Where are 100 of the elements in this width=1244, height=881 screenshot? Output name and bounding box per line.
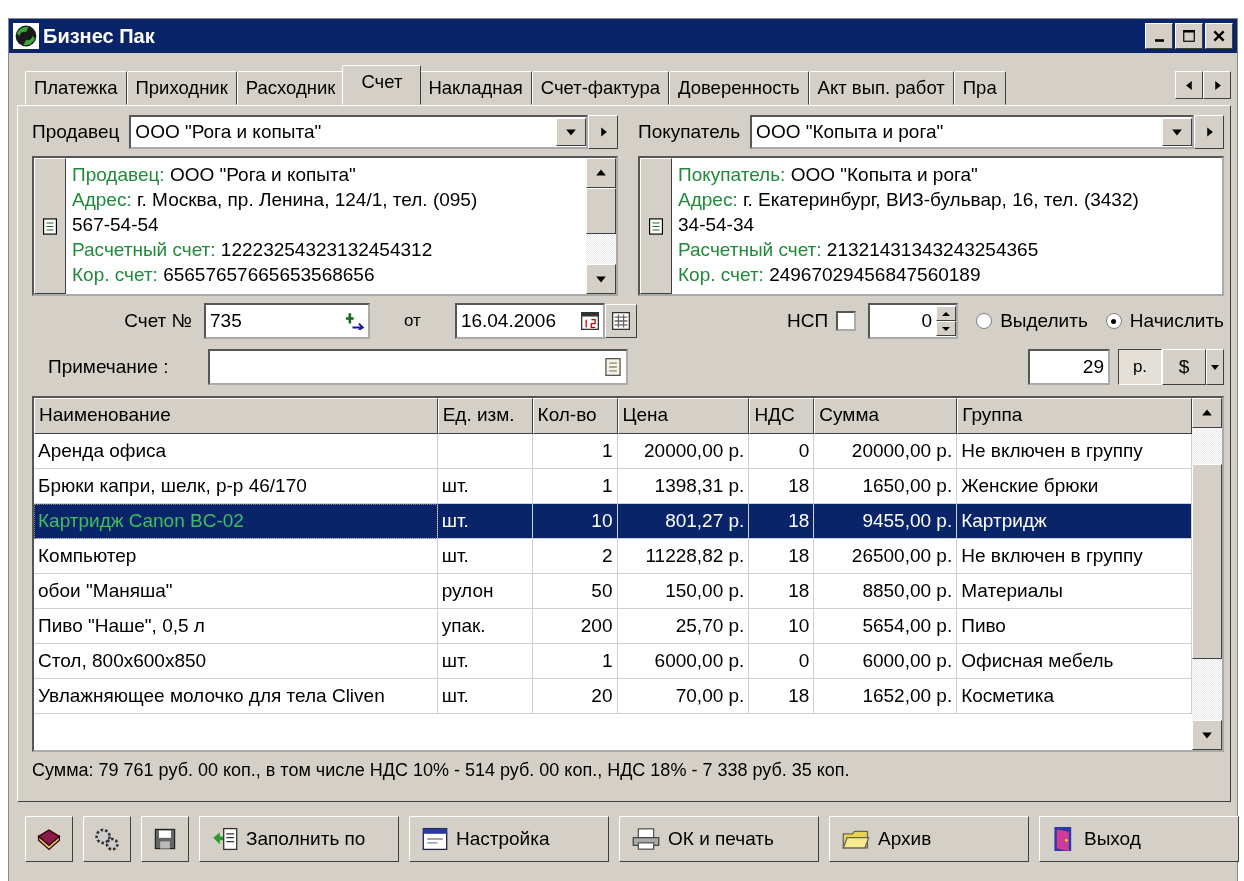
- minimize-button[interactable]: [1145, 23, 1173, 49]
- table-cell: 200: [532, 609, 618, 644]
- exit-button[interactable]: Выход: [1039, 816, 1239, 862]
- field-value: г. Москва, пр. Ленина, 124/1, тел. (095): [136, 189, 478, 210]
- document-icon: [43, 217, 57, 235]
- table-cell: 8850,00 р.: [814, 574, 958, 609]
- scroll-right-button[interactable]: [1203, 71, 1231, 99]
- table-cell: 150,00 р.: [617, 574, 750, 609]
- field-label: Кор. счет:: [678, 264, 764, 285]
- field-value: г. Екатеринбург, ВИЗ-бульвар, 16, тел. (3432): [742, 189, 1139, 210]
- table-cell: 18: [749, 574, 815, 609]
- column-header[interactable]: Группа: [957, 398, 1192, 434]
- table-cell: Картридж: [957, 504, 1192, 539]
- currency-button[interactable]: р.: [1118, 349, 1162, 385]
- column-header[interactable]: Ед. изм.: [437, 398, 533, 434]
- app-logo-icon: [13, 23, 39, 49]
- print-button[interactable]: ОК и печать: [619, 816, 819, 862]
- tab[interactable]: Расходник: [236, 71, 345, 105]
- column-header[interactable]: НДС: [749, 398, 815, 434]
- document-icon: [649, 217, 663, 235]
- tab[interactable]: Платежка: [25, 71, 127, 105]
- radio-option[interactable]: Выделить: [976, 310, 1088, 332]
- note-field[interactable]: [208, 349, 628, 385]
- table-cell: 5654,00 р.: [814, 609, 958, 644]
- window-icon: [422, 826, 448, 852]
- gears-button[interactable]: [83, 816, 131, 862]
- table-cell: 801,27 р.: [617, 504, 750, 539]
- archive-button[interactable]: Архив: [829, 816, 1029, 862]
- open-button[interactable]: [588, 115, 618, 149]
- scroll-left-button[interactable]: [1175, 71, 1203, 99]
- field-label: Кор. счет:: [72, 264, 158, 285]
- combo-field[interactable]: ООО "Рога и копыта": [129, 115, 588, 149]
- table-cell: 11228,82 р.: [617, 539, 750, 574]
- maximize-icon: [1182, 29, 1196, 43]
- table-cell: 6000,00 р.: [814, 644, 958, 679]
- tab[interactable]: Накладная: [419, 71, 532, 105]
- table-cell: 2: [532, 539, 618, 574]
- field-label: Расчетный счет:: [678, 239, 822, 260]
- right-arrow-icon: [1204, 126, 1214, 138]
- tab[interactable]: Приходник: [126, 71, 237, 105]
- invoice-number-field[interactable]: 735: [204, 303, 370, 339]
- tab[interactable]: Пра: [953, 71, 1006, 105]
- table-cell: 50: [532, 574, 618, 609]
- table-cell: шт.: [437, 539, 533, 574]
- radio-option[interactable]: Начислить: [1105, 310, 1224, 332]
- calendar-button[interactable]: [604, 304, 637, 338]
- column-header[interactable]: Цена: [617, 398, 750, 434]
- table-cell: 18: [749, 539, 815, 574]
- gears-icon: [94, 826, 120, 852]
- table-cell: 10: [749, 609, 815, 644]
- field-label: Адрес:: [678, 189, 738, 210]
- dropdown-button[interactable]: [1206, 349, 1224, 385]
- table-cell: 18: [749, 679, 815, 714]
- field-value: 12223254323132454312: [220, 239, 433, 260]
- checkbox[interactable]: [836, 311, 857, 331]
- scrollbar[interactable]: [1192, 398, 1222, 750]
- book-icon: [36, 826, 62, 852]
- field-label: НСП: [787, 310, 829, 332]
- currency-button[interactable]: $: [1162, 349, 1206, 385]
- close-button[interactable]: [1205, 23, 1233, 49]
- column-header[interactable]: Наименование: [34, 398, 438, 434]
- details-button[interactable]: [640, 158, 672, 294]
- scrollbar[interactable]: [586, 158, 616, 294]
- table-cell: 25,70 р.: [617, 609, 750, 644]
- tab[interactable]: Счет: [342, 65, 422, 105]
- table-cell: упак.: [437, 609, 533, 644]
- table-cell: 20000,00 р.: [617, 434, 750, 469]
- field-label: Продавец: [32, 121, 120, 143]
- field-value: 21321431343243254365: [826, 239, 1039, 260]
- up-arrow-icon: [942, 310, 951, 317]
- open-button[interactable]: [1194, 115, 1224, 149]
- right-arrow-icon: [598, 126, 608, 138]
- close-icon: [1212, 29, 1226, 43]
- table-cell: 1: [532, 434, 618, 469]
- tab[interactable]: Доверенность: [668, 71, 809, 105]
- column-header[interactable]: Сумма: [814, 398, 958, 434]
- table-cell: 26500,00 р.: [814, 539, 958, 574]
- table-cell: 0: [749, 434, 815, 469]
- table-cell: Картридж Canon BC-02: [34, 504, 438, 539]
- dropdown-arrow-icon: [1211, 363, 1219, 371]
- date-field[interactable]: 16.04.2006: [454, 303, 605, 339]
- field-label: Покупатель: [638, 121, 741, 143]
- column-header[interactable]: Кол-во: [532, 398, 618, 434]
- table-cell: шт.: [437, 679, 533, 714]
- floppy-button[interactable]: [141, 816, 189, 862]
- table-cell: Увлажняющее молочко для тела Cliven: [34, 679, 438, 714]
- settings-button[interactable]: Настройка: [409, 816, 609, 862]
- table-cell: Пиво "Наше", 0,5 л: [34, 609, 438, 644]
- plus-icon: [346, 312, 364, 330]
- window-title: Бизнес Пак: [43, 24, 155, 48]
- book-button[interactable]: [25, 816, 73, 862]
- printer-icon: [632, 826, 660, 852]
- maximize-button[interactable]: [1175, 23, 1203, 49]
- details-button[interactable]: [34, 158, 66, 294]
- amount-field[interactable]: 29: [1028, 349, 1110, 385]
- fill-button[interactable]: Заполнить по: [199, 816, 399, 862]
- combo-field[interactable]: ООО "Копыта и рога": [750, 115, 1194, 149]
- rate-spinner[interactable]: 0: [868, 303, 959, 339]
- tab[interactable]: Счет-фактура: [531, 71, 669, 105]
- tab[interactable]: Акт вып. работ: [808, 71, 954, 105]
